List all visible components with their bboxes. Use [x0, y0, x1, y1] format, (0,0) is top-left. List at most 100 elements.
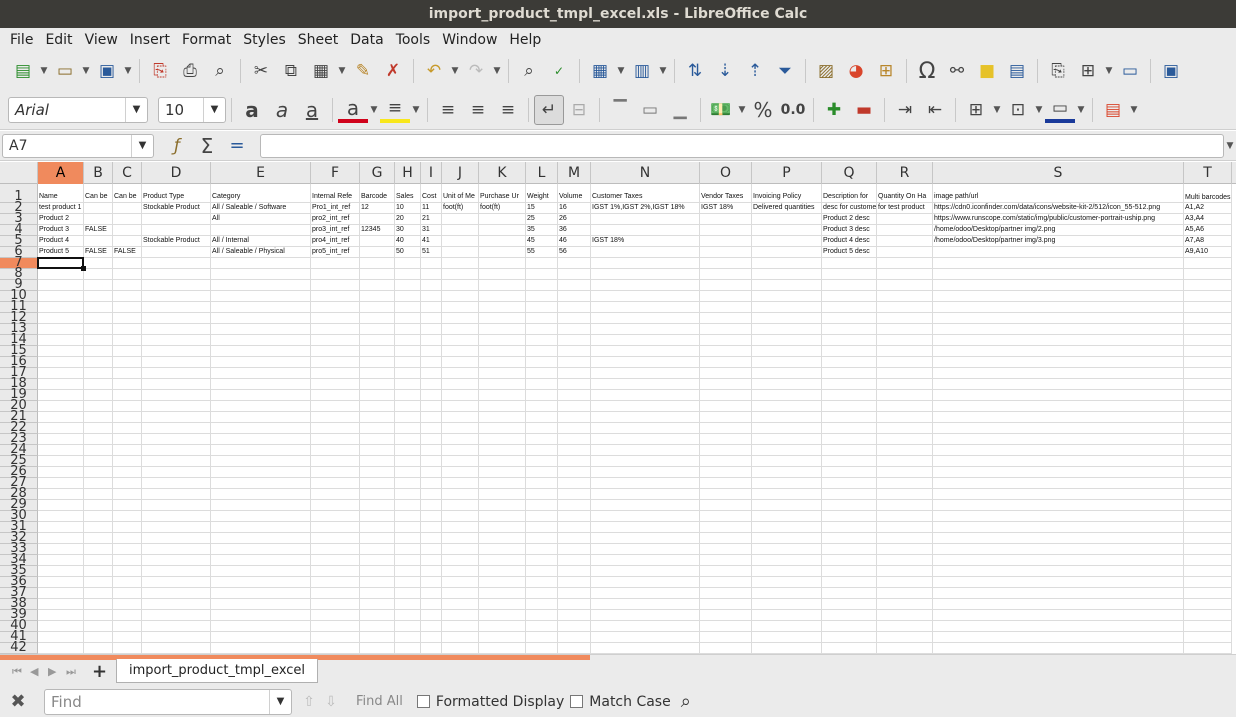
- empty-cell[interactable]: [421, 588, 442, 599]
- empty-cell[interactable]: [84, 577, 113, 588]
- sort-icon[interactable]: ⇅: [680, 56, 710, 86]
- empty-cell[interactable]: [822, 423, 877, 434]
- empty-cell[interactable]: [822, 632, 877, 643]
- table-cell[interactable]: All / Saleable / Software: [211, 203, 311, 214]
- table-cell[interactable]: A9,A10: [1184, 247, 1232, 258]
- table-cell[interactable]: foot(ft): [442, 203, 479, 214]
- empty-cell[interactable]: [877, 434, 933, 445]
- empty-cell[interactable]: [311, 544, 360, 555]
- empty-cell[interactable]: [395, 489, 421, 500]
- empty-cell[interactable]: [752, 335, 822, 346]
- empty-cell[interactable]: [877, 621, 933, 632]
- empty-cell[interactable]: [360, 522, 395, 533]
- row-header-42[interactable]: 42: [0, 641, 38, 654]
- empty-cell[interactable]: [822, 467, 877, 478]
- empty-cell[interactable]: [877, 412, 933, 423]
- empty-cell[interactable]: [38, 643, 84, 654]
- empty-cell[interactable]: [526, 335, 558, 346]
- table-cell[interactable]: 55: [526, 247, 558, 258]
- empty-cell[interactable]: [311, 489, 360, 500]
- empty-cell[interactable]: [395, 401, 421, 412]
- empty-cell[interactable]: [558, 302, 591, 313]
- empty-cell[interactable]: [38, 324, 84, 335]
- empty-cell[interactable]: [591, 445, 700, 456]
- empty-cell[interactable]: [877, 544, 933, 555]
- column-header-c[interactable]: C: [113, 162, 142, 184]
- table-cell[interactable]: [442, 236, 479, 247]
- empty-cell[interactable]: [395, 610, 421, 621]
- empty-cell[interactable]: [113, 643, 142, 654]
- empty-cell[interactable]: [360, 588, 395, 599]
- function-wizard-icon[interactable]: ƒ: [162, 131, 192, 161]
- empty-cell[interactable]: [877, 423, 933, 434]
- empty-cell[interactable]: [1184, 588, 1232, 599]
- header-cell[interactable]: Name: [38, 184, 84, 203]
- empty-cell[interactable]: [479, 401, 526, 412]
- empty-cell[interactable]: [526, 313, 558, 324]
- empty-cell[interactable]: [877, 379, 933, 390]
- print-icon[interactable]: ⎙: [175, 56, 205, 86]
- empty-cell[interactable]: [591, 313, 700, 324]
- table-cell[interactable]: [113, 214, 142, 225]
- header-cell[interactable]: Category: [211, 184, 311, 203]
- empty-cell[interactable]: [421, 423, 442, 434]
- empty-cell[interactable]: [360, 434, 395, 445]
- empty-cell[interactable]: [311, 302, 360, 313]
- empty-cell[interactable]: [558, 555, 591, 566]
- empty-cell[interactable]: [360, 313, 395, 324]
- empty-cell[interactable]: [38, 500, 84, 511]
- empty-cell[interactable]: [933, 445, 1184, 456]
- empty-cell[interactable]: [700, 368, 752, 379]
- empty-cell[interactable]: [1184, 599, 1232, 610]
- empty-cell[interactable]: [1184, 434, 1232, 445]
- empty-cell[interactable]: [591, 555, 700, 566]
- empty-cell[interactable]: [442, 621, 479, 632]
- empty-cell[interactable]: [933, 368, 1184, 379]
- table-cell[interactable]: FALSE: [84, 247, 113, 258]
- empty-cell[interactable]: [822, 335, 877, 346]
- empty-cell[interactable]: [877, 588, 933, 599]
- percent-format-icon[interactable]: %: [748, 95, 778, 125]
- empty-cell[interactable]: [752, 269, 822, 280]
- empty-cell[interactable]: [421, 511, 442, 522]
- empty-cell[interactable]: [479, 390, 526, 401]
- empty-cell[interactable]: [360, 280, 395, 291]
- empty-cell[interactable]: [933, 588, 1184, 599]
- empty-cell[interactable]: [752, 599, 822, 610]
- column-dropdown-icon[interactable]: ▼: [657, 56, 669, 86]
- empty-cell[interactable]: [142, 346, 211, 357]
- empty-cell[interactable]: [38, 368, 84, 379]
- table-cell[interactable]: [113, 203, 142, 214]
- empty-cell[interactable]: [442, 599, 479, 610]
- empty-cell[interactable]: [360, 324, 395, 335]
- row-dropdown-icon[interactable]: ▼: [615, 56, 627, 86]
- expand-formula-bar-icon[interactable]: ▼: [1224, 131, 1236, 161]
- empty-cell[interactable]: [211, 412, 311, 423]
- italic-icon[interactable]: a: [267, 95, 297, 125]
- header-cell[interactable]: Can be: [84, 184, 113, 203]
- empty-cell[interactable]: [442, 445, 479, 456]
- empty-cell[interactable]: [700, 544, 752, 555]
- undo-icon[interactable]: ↶: [419, 56, 449, 86]
- add-decimal-icon[interactable]: ✚: [819, 95, 849, 125]
- empty-cell[interactable]: [421, 280, 442, 291]
- column-header-b[interactable]: B: [84, 162, 113, 184]
- empty-cell[interactable]: [84, 302, 113, 313]
- empty-cell[interactable]: [38, 467, 84, 478]
- empty-cell[interactable]: [933, 434, 1184, 445]
- add-sheet-icon[interactable]: +: [92, 661, 107, 682]
- empty-cell[interactable]: [38, 588, 84, 599]
- empty-cell[interactable]: [84, 511, 113, 522]
- empty-cell[interactable]: [479, 269, 526, 280]
- empty-cell[interactable]: [1184, 610, 1232, 621]
- column-header-g[interactable]: G: [360, 162, 395, 184]
- empty-cell[interactable]: [591, 588, 700, 599]
- empty-cell[interactable]: [311, 555, 360, 566]
- empty-cell[interactable]: [933, 346, 1184, 357]
- table-cell[interactable]: [479, 225, 526, 236]
- empty-cell[interactable]: [38, 456, 84, 467]
- empty-cell[interactable]: [591, 478, 700, 489]
- empty-cell[interactable]: [933, 533, 1184, 544]
- empty-cell[interactable]: [311, 390, 360, 401]
- empty-cell[interactable]: [311, 643, 360, 654]
